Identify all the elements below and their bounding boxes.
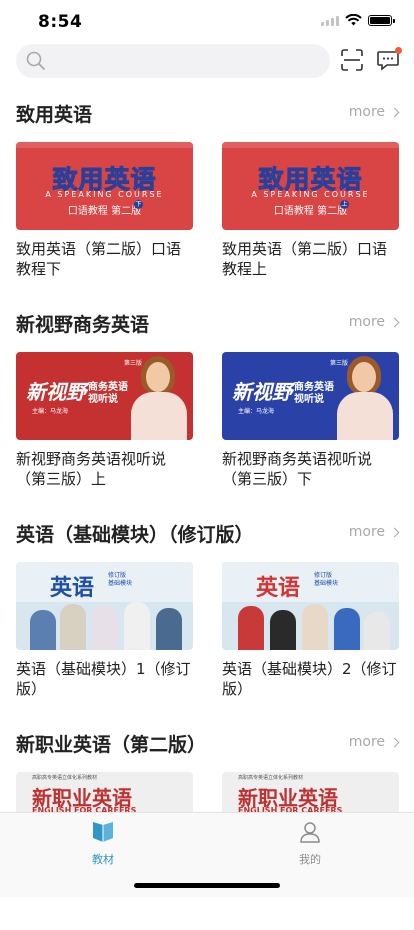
book-title: 英语（基础模块）1（修订版） [16,660,191,698]
tab-label: 我的 [299,853,321,866]
section-title: 新视野商务英语 [16,314,150,336]
book-title: 英语（基础模块）2（修订版） [222,660,397,698]
chevron-right-icon [389,107,400,117]
book-cover: 第三版 新视野 商务英语 视听说 主编：马龙海 [16,352,193,440]
status-bar: 8:54 [0,0,414,44]
book-cover: 英语 修订版 基础模块 [16,562,193,650]
home-indicator[interactable] [134,883,280,888]
section-zhiyong: 致用英语 more 致用英语 A SPEAKING COURSE 口语教程 第二… [0,90,414,300]
section-title: 致用英语 [16,104,93,126]
book-title: 致用英语（第二版）口语教程下 [16,240,182,278]
more-link[interactable]: more [349,314,400,330]
scan-icon[interactable] [340,48,364,72]
book-cover: 英语 修订版 基础模块 [222,562,399,650]
more-link[interactable]: more [349,104,400,120]
section-new-horizon-business: 新视野商务英语 more 第三版 新视野 商务英语 视听说 主编：马龙海 新视野商… [0,300,414,510]
book-cover: 致用英语 A SPEAKING COURSE 口语教程 第二版 上 [222,142,399,230]
book-card[interactable]: 致用英语 A SPEAKING COURSE 口语教程 第二版 上 致用英语（第… [222,142,399,279]
section-english-basic: 英语（基础模块）（修订版） more 英语 修订版 基础模块 英语（基础模块）1（… [0,510,414,720]
book-card[interactable]: 英语 修订版 基础模块 英语（基础模块）1（修订版） [16,562,193,699]
battery-icon [368,14,395,26]
book-cover: 致用英语 A SPEAKING COURSE 口语教程 第二版 下 [16,142,193,230]
tab-textbooks[interactable]: 教材 [53,821,153,867]
more-link[interactable]: more [349,524,400,540]
tab-mine[interactable]: 我的 [260,821,360,867]
tab-label: 教材 [92,853,114,866]
section-title: 英语（基础模块）（修订版） [16,524,254,546]
section-title: 新职业英语（第二版） [16,734,207,756]
book-card[interactable]: 致用英语 A SPEAKING COURSE 口语教程 第二版 下 致用英语（第… [16,142,193,279]
cellular-signal-icon [321,14,339,26]
book-title: 新视野商务英语视听说（第三版）上 [16,450,167,488]
status-icons [321,14,395,26]
status-time: 8:54 [38,12,83,32]
book-icon [93,822,113,842]
search-icon [26,51,45,70]
book-title: 致用英语（第二版）口语教程上 [222,240,388,278]
wifi-icon [345,14,362,26]
search-input[interactable] [16,44,330,78]
notification-badge [395,47,402,54]
chevron-right-icon [389,317,400,327]
book-card[interactable]: 第三版 新视野 商务英语 视听说 主编：马龙海 新视野商务英语视听说（第三版）上 [16,352,193,489]
chevron-right-icon [389,737,400,747]
book-card[interactable]: 第三版 新视野 商务英语 视听说 主编：马龙海 新视野商务英语视听说（第三版）下 [222,352,399,489]
more-link[interactable]: more [349,734,400,750]
book-cover: 第三版 新视野 商务英语 视听说 主编：马龙海 [222,352,399,440]
user-icon [300,822,320,843]
chevron-right-icon [389,527,400,537]
search-row [16,44,402,78]
book-title: 新视野商务英语视听说（第三版）下 [222,450,373,488]
book-card[interactable]: 英语 修订版 基础模块 英语（基础模块）2（修订版） [222,562,399,699]
content: 致用英语 more 致用英语 A SPEAKING COURSE 口语教程 第二… [0,90,414,930]
